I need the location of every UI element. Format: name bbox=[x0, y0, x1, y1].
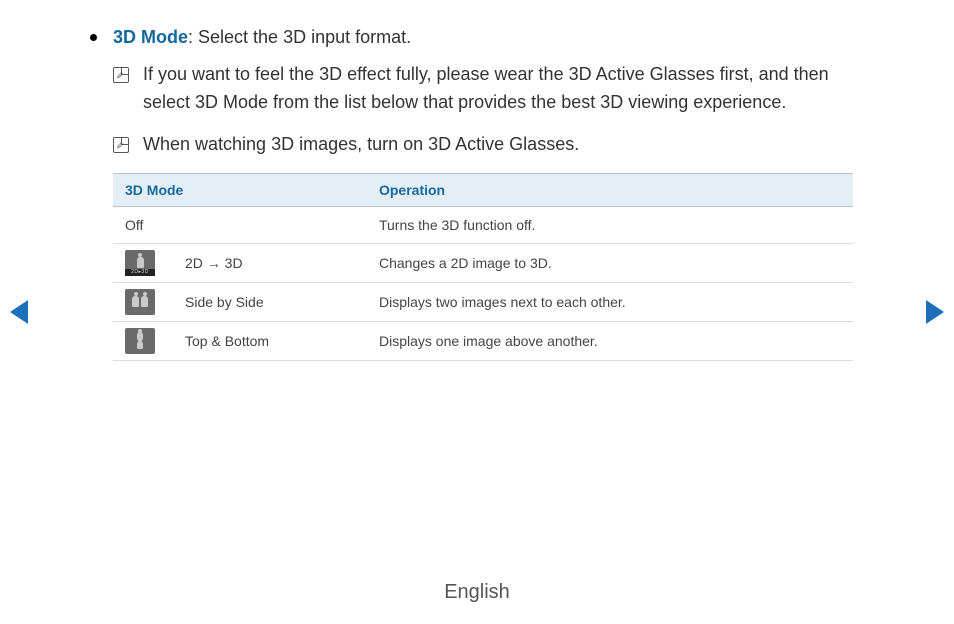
note-text: If you want to feel the 3D effect fully,… bbox=[143, 61, 864, 117]
cell-icon bbox=[113, 282, 173, 321]
table-row: Top & Bottom Displays one image above an… bbox=[113, 321, 853, 360]
cell-operation: Displays two images next to each other. bbox=[367, 282, 853, 321]
cell-operation: Displays one image above another. bbox=[367, 321, 853, 360]
mode-2d-to-3d-icon: 2D▸3D bbox=[125, 250, 155, 276]
header-operation: Operation bbox=[367, 173, 853, 206]
table-row: Off Turns the 3D function off. bbox=[113, 206, 853, 243]
cell-mode: Off bbox=[113, 206, 367, 243]
cell-mode: Top & Bottom bbox=[173, 321, 367, 360]
bullet-text: 3D Mode: Select the 3D input format. bbox=[113, 24, 411, 51]
table-row: 2D▸3D 2D → 3D Changes a 2D image to 3D. bbox=[113, 243, 853, 282]
mode-side-by-side-icon bbox=[125, 289, 155, 315]
bullet-icon bbox=[90, 34, 97, 41]
table-header-row: 3D Mode Operation bbox=[113, 173, 853, 206]
term-3d-mode: 3D Mode bbox=[113, 27, 188, 47]
next-page-button[interactable] bbox=[926, 300, 944, 324]
header-mode: 3D Mode bbox=[113, 173, 367, 206]
page-language-label: English bbox=[0, 581, 954, 604]
note-item: When watching 3D images, turn on 3D Acti… bbox=[113, 131, 864, 159]
cell-mode: 2D → 3D bbox=[173, 243, 367, 282]
table-row: Side by Side Displays two images next to… bbox=[113, 282, 853, 321]
page-content: 3D Mode: Select the 3D input format. If … bbox=[0, 0, 954, 361]
cell-operation: Turns the 3D function off. bbox=[367, 206, 853, 243]
mode-top-bottom-icon bbox=[125, 328, 155, 354]
note-icon bbox=[113, 137, 129, 153]
cell-icon: 2D▸3D bbox=[113, 243, 173, 282]
note-item: If you want to feel the 3D effect fully,… bbox=[113, 61, 864, 117]
prev-page-button[interactable] bbox=[10, 300, 28, 324]
note-icon bbox=[113, 67, 129, 83]
cell-operation: Changes a 2D image to 3D. bbox=[367, 243, 853, 282]
mode-table: 3D Mode Operation Off Turns the 3D funct… bbox=[113, 173, 853, 361]
cell-mode: Side by Side bbox=[173, 282, 367, 321]
bullet-item: 3D Mode: Select the 3D input format. bbox=[90, 24, 864, 51]
note-text: When watching 3D images, turn on 3D Acti… bbox=[143, 131, 579, 159]
term-desc: : Select the 3D input format. bbox=[188, 27, 411, 47]
cell-icon bbox=[113, 321, 173, 360]
